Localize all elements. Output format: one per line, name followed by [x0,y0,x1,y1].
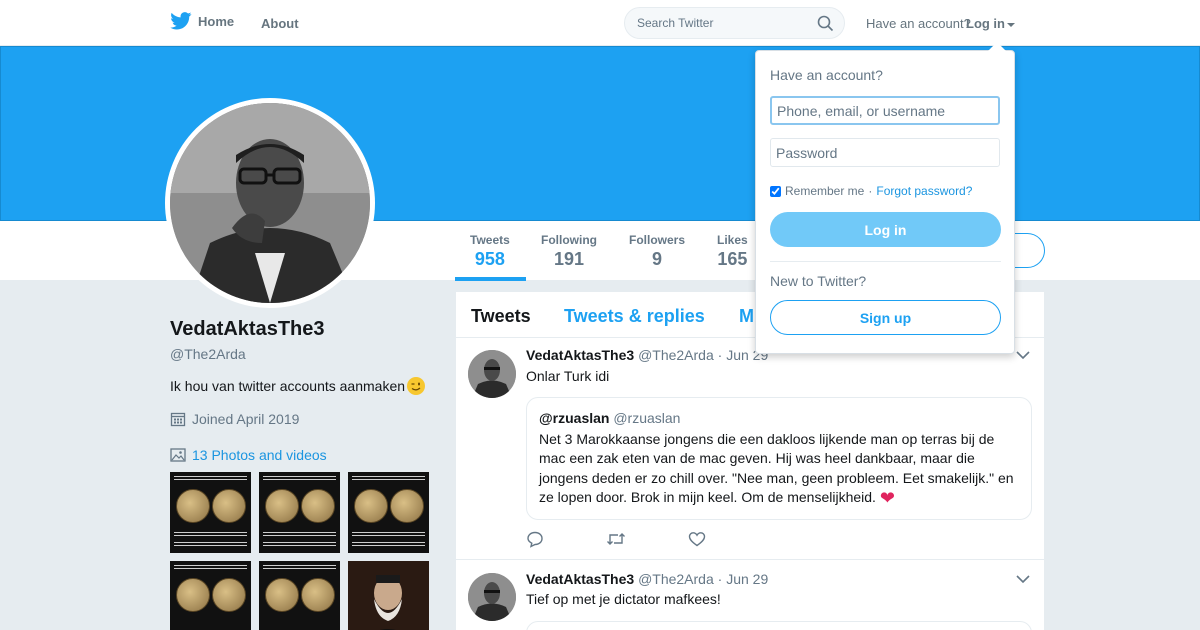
stat-value: 165 [717,249,748,269]
profile-handle[interactable]: @The2Arda [170,346,246,362]
stat-followers[interactable]: Followers 9 [629,233,685,270]
separator-dot: · [868,184,873,198]
search-input[interactable]: Search Twitter [637,16,713,30]
active-tab-underline [455,277,526,281]
image-icon [170,448,186,462]
login-link-label: Log in [966,16,1005,31]
photo-thumbnail[interactable] [170,472,251,553]
calendar-icon [170,412,186,427]
twitter-bird-icon [170,12,192,30]
caret-down-icon [1007,22,1015,27]
avatar-portrait [170,103,370,303]
stat-label: Likes [717,233,748,247]
profile-bio: Ik hou van twitter accounts aanmaken [170,377,426,395]
photos-videos-link[interactable]: 13 Photos and videos [170,447,327,463]
username-input[interactable] [770,96,1000,125]
have-account-text: Have an account? [866,16,971,31]
forgot-password-link[interactable]: Forgot password? [876,184,972,198]
chevron-down-icon[interactable] [1016,350,1030,360]
tweet-avatar[interactable] [468,350,516,398]
quote-text: Net 3 Marokkaanse jongens die een dakloo… [539,431,1014,506]
retweet-icon[interactable] [606,530,626,548]
chevron-down-icon[interactable] [1016,574,1030,584]
top-nav: Home About Search Twitter Have an accoun… [0,0,1200,46]
remember-me-checkbox[interactable] [770,185,781,197]
stat-following[interactable]: Following 191 [541,233,597,270]
signup-button[interactable]: Sign up [770,300,1001,335]
tweet[interactable]: VedatAktasThe3 @The2Arda · Jun 29 Tief o… [456,561,1044,630]
tweet-text: Tief op met je dictator mafkees! [526,591,721,607]
like-icon[interactable] [688,530,706,548]
bio-text: Ik hou van twitter accounts aanmaken [170,378,406,394]
winking-face-icon [407,377,426,395]
about-link[interactable]: About [261,16,299,31]
photos-videos-label: 13 Photos and videos [192,447,327,463]
stat-tweets[interactable]: Tweets 958 [470,233,510,270]
tab-tweets-replies[interactable]: Tweets & replies [564,306,705,327]
stat-likes[interactable]: Likes 165 [717,233,748,270]
joined-text: Joined April 2019 [192,411,300,427]
tab-media[interactable]: M [739,306,754,327]
tweet-avatar[interactable] [468,573,516,621]
tweet-author-name[interactable]: VedatAktasThe3 [526,347,634,363]
photo-thumbnail[interactable] [170,561,251,630]
dropdown-divider [770,261,1001,262]
stat-label: Tweets [470,233,510,247]
tweet-author-handle[interactable]: @The2Arda [638,571,714,587]
new-to-twitter-text: New to Twitter? [770,273,867,289]
heart-emoji-icon: ❤ [879,488,895,509]
remember-me-label[interactable]: Remember me [785,184,864,198]
profile-joined: Joined April 2019 [170,411,299,427]
tweet-date[interactable]: · Jun 29 [718,571,769,587]
tweet-actions [526,530,706,548]
quote-text-wrap: Net 3 Marokkaanse jongens die een dakloo… [539,430,1023,508]
profile-name[interactable]: VedatAktasThe3 [170,318,325,341]
profile-avatar[interactable] [165,98,375,308]
quote-author-handle: @rzuaslan [613,410,681,426]
login-dropdown: Have an account? Remember me · Forgot pa… [755,42,1015,354]
password-input[interactable] [770,138,1000,167]
tweet-text: Onlar Turk idi [526,368,610,384]
photo-thumbnail[interactable] [259,472,340,553]
photo-thumbnail[interactable] [259,561,340,630]
stat-label: Following [541,233,597,247]
avatar-image [170,103,370,303]
search-icon[interactable] [817,15,834,32]
tweet-header: VedatAktasThe3 @The2Arda · Jun 29 [526,347,768,363]
dropdown-title: Have an account? [770,67,883,83]
tweet-header: VedatAktasThe3 @The2Arda · Jun 29 [526,571,768,587]
photo-thumbnail[interactable] [348,561,429,630]
tab-tweets[interactable]: Tweets [471,306,531,327]
home-label: Home [198,13,235,29]
login-dropdown-toggle[interactable]: Log in [966,16,1015,31]
quote-author-name: @rzuaslan [539,410,610,426]
quoted-tweet[interactable] [526,621,1032,630]
stat-label: Followers [629,233,686,247]
login-button[interactable]: Log in [770,212,1001,247]
quoted-tweet[interactable]: @rzuaslan @rzuaslan Net 3 Marokkaanse jo… [526,397,1032,520]
tweet[interactable]: VedatAktasThe3 @The2Arda · Jun 29 Onlar … [456,338,1044,560]
photo-thumbnail[interactable] [348,472,429,553]
quote-header: @rzuaslan @rzuaslan [539,410,680,426]
stat-value: 9 [652,249,663,269]
tweet-author-name[interactable]: VedatAktasThe3 [526,571,634,587]
search-box[interactable]: Search Twitter [624,7,845,39]
reply-icon[interactable] [526,530,544,548]
home-link[interactable]: Home [170,12,234,30]
stat-value: 191 [553,249,585,269]
tweet-author-handle[interactable]: @The2Arda [638,347,714,363]
stat-value: 958 [474,249,505,269]
remember-me-row: Remember me · Forgot password? [770,184,972,198]
